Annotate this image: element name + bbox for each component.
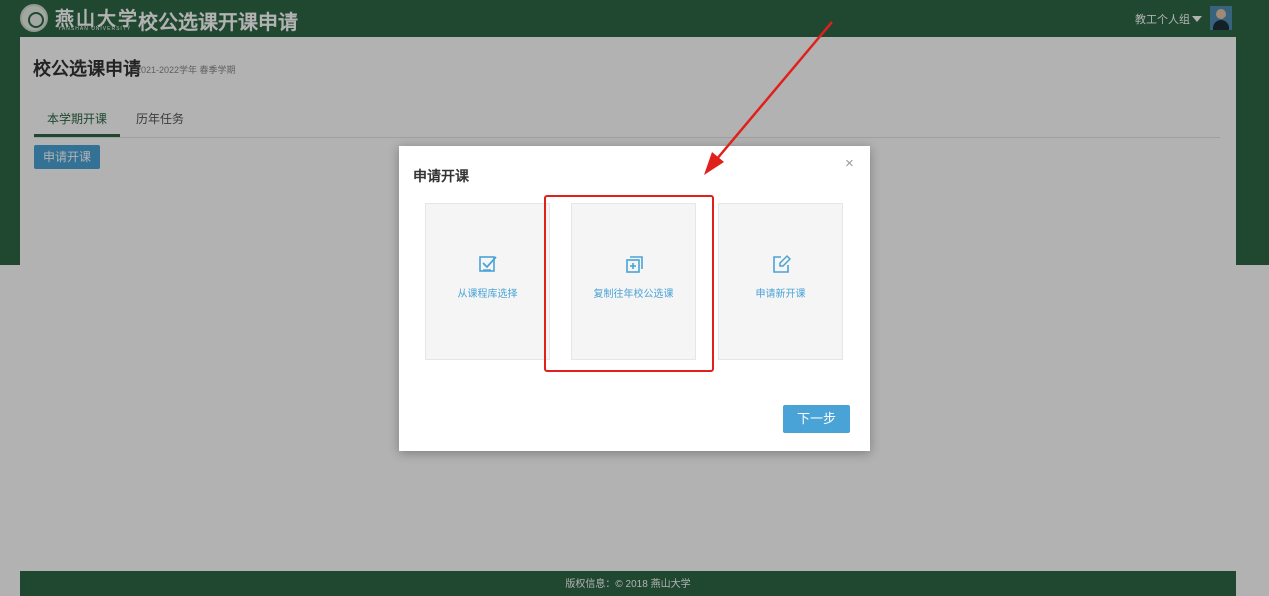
- annotation-highlight-box: [544, 195, 714, 372]
- option-label: 从课程库选择: [457, 289, 518, 300]
- checkbox-icon: [479, 256, 497, 272]
- modal-title: 申请开课: [413, 168, 469, 184]
- edit-icon: [773, 254, 791, 273]
- option-apply-new-course[interactable]: 申请新开课: [718, 203, 843, 360]
- option-label: 申请新开课: [755, 289, 806, 300]
- option-from-course-library[interactable]: 从课程库选择: [425, 203, 550, 360]
- next-step-button[interactable]: 下一步: [783, 405, 850, 433]
- close-icon[interactable]: ×: [845, 155, 854, 172]
